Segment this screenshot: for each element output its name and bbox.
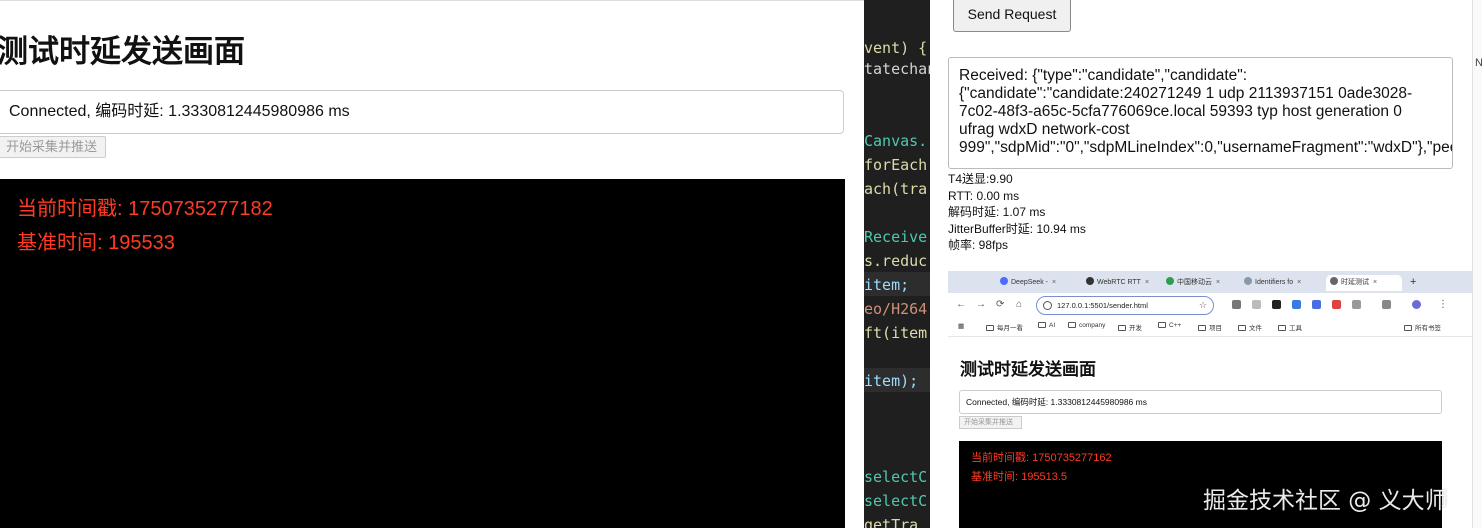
folder-icon	[1118, 325, 1126, 331]
stat-rtt: RTT: 0.00 ms	[948, 188, 1020, 203]
code-line: item;	[864, 276, 910, 294]
received-line: 999","sdpMid":"0","sdpMLineIndex":0,"use…	[959, 139, 1453, 156]
close-icon[interactable]: ×	[1373, 279, 1377, 286]
code-line: eo/H264	[864, 300, 928, 318]
tab-china-mobile[interactable]: 中国移动云 ×	[1166, 275, 1236, 291]
bookmark-folder[interactable]: 每月一看	[986, 322, 1023, 332]
start-capture-button[interactable]: 开始采集并推送	[0, 136, 106, 158]
received-line: {"candidate":"candidate:240271249 1 udp …	[959, 85, 1413, 102]
folder-icon	[1198, 325, 1206, 331]
scrollbar[interactable]: N	[1472, 0, 1482, 528]
code-line: item);	[864, 372, 919, 390]
tab-latency-test[interactable]: 时延测试 ×	[1326, 275, 1402, 291]
bookmark-folder[interactable]: 开发	[1118, 322, 1142, 332]
close-icon[interactable]: ×	[1145, 279, 1149, 286]
nested-start-button: 开始采集并推送	[959, 416, 1022, 429]
menu-icon[interactable]: ⋮	[1438, 299, 1448, 310]
stats-panel: T4送显:9.90 RTT: 0.00 ms 解码时延: 1.07 ms Jit…	[948, 171, 1086, 254]
divider	[0, 0, 864, 1]
code-editor: vent) { tatechan Canvas. forEach( ach(tr…	[864, 0, 930, 528]
receiver-page: Send Request N Received: {"type":"candid…	[930, 0, 1482, 528]
bookmark-folder[interactable]: 文件	[1238, 322, 1262, 332]
github-icon	[1086, 277, 1094, 285]
nested-connection-status: Connected, 编码时延: 1.3330812445980986 ms	[959, 390, 1442, 414]
close-icon[interactable]: ×	[1216, 279, 1220, 286]
watermark: 掘金技术社区 @ 义大师	[1203, 488, 1448, 514]
code-line: forEach(	[864, 156, 930, 174]
w3c-icon	[1244, 277, 1252, 285]
tab-deepseek[interactable]: DeepSeek - ×	[1000, 275, 1076, 291]
code-line: s.reduc	[864, 252, 928, 270]
bookmark-folder[interactable]: AI	[1038, 322, 1055, 329]
nested-base-time-label: 基准时间: 195513.5	[971, 471, 1067, 483]
received-line: Received: {"type":"candidate","candidate…	[959, 67, 1248, 84]
code-line: Receive	[864, 228, 928, 246]
folder-icon	[1158, 322, 1166, 328]
folder-icon	[1238, 325, 1246, 331]
avatar[interactable]	[1412, 300, 1421, 309]
globe-icon	[1330, 277, 1338, 285]
received-message-box: Received: {"type":"candidate","candidate…	[948, 57, 1453, 169]
bookmark-folder[interactable]: company	[1068, 322, 1105, 329]
bookmark-star-icon[interactable]: ☆	[1199, 297, 1207, 314]
home-icon[interactable]: ⌂	[1016, 299, 1022, 310]
base-time-label: 基准时间: 195533	[17, 232, 175, 254]
folder-icon	[1404, 325, 1412, 331]
deepseek-icon	[1000, 277, 1008, 285]
address-bar-row: ← → ⟳ ⌂ 127.0.0.1:5501/sender.html ☆ ⋮	[948, 293, 1472, 319]
folder-icon	[986, 325, 994, 331]
code-line: selectC	[864, 492, 928, 510]
send-request-button[interactable]: Send Request	[953, 0, 1071, 32]
connection-status: Connected, 编码时延: 1.3330812445980986 ms	[0, 90, 844, 134]
sidepanel-icon[interactable]	[1382, 300, 1391, 309]
stat-t4-display: T4送显:9.90	[948, 172, 1013, 186]
url-field[interactable]: 127.0.0.1:5501/sender.html ☆	[1036, 296, 1214, 315]
apps-icon[interactable]: ▦	[958, 322, 964, 330]
reload-icon[interactable]: ⟳	[996, 299, 1004, 310]
code-line: getTra	[864, 516, 919, 528]
code-line: Canvas.	[864, 132, 928, 150]
edge-letter: N	[1475, 57, 1482, 69]
code-line: ft(item	[864, 324, 928, 342]
cloud-icon	[1166, 277, 1174, 285]
page-title: 测试时延发送画面	[0, 34, 245, 70]
code-line: tatechan	[864, 60, 930, 78]
sender-page: 测试时延发送画面 Connected, 编码时延: 1.333081244598…	[0, 0, 864, 528]
bookmark-folder[interactable]: 项目	[1198, 322, 1222, 332]
bookmark-folder[interactable]: 所有书签	[1404, 322, 1441, 332]
received-line: 7c02-48f3-a65c-5cfa776069ce.local 59393 …	[959, 103, 1402, 120]
new-tab-icon[interactable]: +	[1410, 275, 1424, 291]
folder-icon	[1278, 325, 1286, 331]
extensions-puzzle-icon[interactable]	[1352, 300, 1361, 309]
nested-timestamp-label: 当前时间戳: 1750735277162	[971, 452, 1112, 464]
code-line: ach(tra	[864, 180, 928, 198]
close-icon[interactable]: ×	[1052, 279, 1056, 286]
stat-jitter-buffer: JitterBuffer时延: 10.94 ms	[948, 221, 1086, 236]
extension-icon[interactable]	[1272, 300, 1281, 309]
nested-page-title: 测试时延发送画面	[960, 360, 1096, 380]
close-icon[interactable]: ×	[1297, 279, 1301, 286]
folder-icon	[1038, 322, 1046, 328]
timestamp-label: 当前时间戳: 1750735277182	[17, 198, 273, 220]
forward-icon[interactable]: →	[976, 299, 986, 310]
received-line: ufrag wdxD network-cost	[959, 121, 1130, 138]
bookmark-folder[interactable]: C++	[1158, 322, 1181, 329]
bookmarks-bar: ▦ 每月一看 AI company 开发 C++ 项目 文件 工具 所有书签	[948, 319, 1472, 337]
tab-bar: DeepSeek - × WebRTC RTT × 中国移动云 × Identifie…	[948, 271, 1472, 293]
code-line: selectC	[864, 468, 928, 486]
extension-icon[interactable]	[1332, 300, 1341, 309]
stat-decode-latency: 解码时延: 1.07 ms	[948, 205, 1046, 219]
stat-frame-rate: 帧率: 98fps	[948, 238, 1009, 252]
folder-icon	[1068, 322, 1076, 328]
video-canvas: 当前时间戳: 1750735277182 基准时间: 195533	[0, 179, 845, 528]
tab-webrtc[interactable]: WebRTC RTT ×	[1086, 275, 1158, 291]
extension-icon[interactable]	[1292, 300, 1301, 309]
back-icon[interactable]: ←	[956, 299, 966, 310]
extension-icon[interactable]	[1232, 300, 1241, 309]
extension-icon[interactable]	[1252, 300, 1261, 309]
extension-icon[interactable]	[1312, 300, 1321, 309]
bookmark-folder[interactable]: 工具	[1278, 322, 1302, 332]
site-info-icon[interactable]	[1043, 301, 1052, 310]
tab-identifiers[interactable]: Identifiers fo ×	[1244, 275, 1320, 291]
